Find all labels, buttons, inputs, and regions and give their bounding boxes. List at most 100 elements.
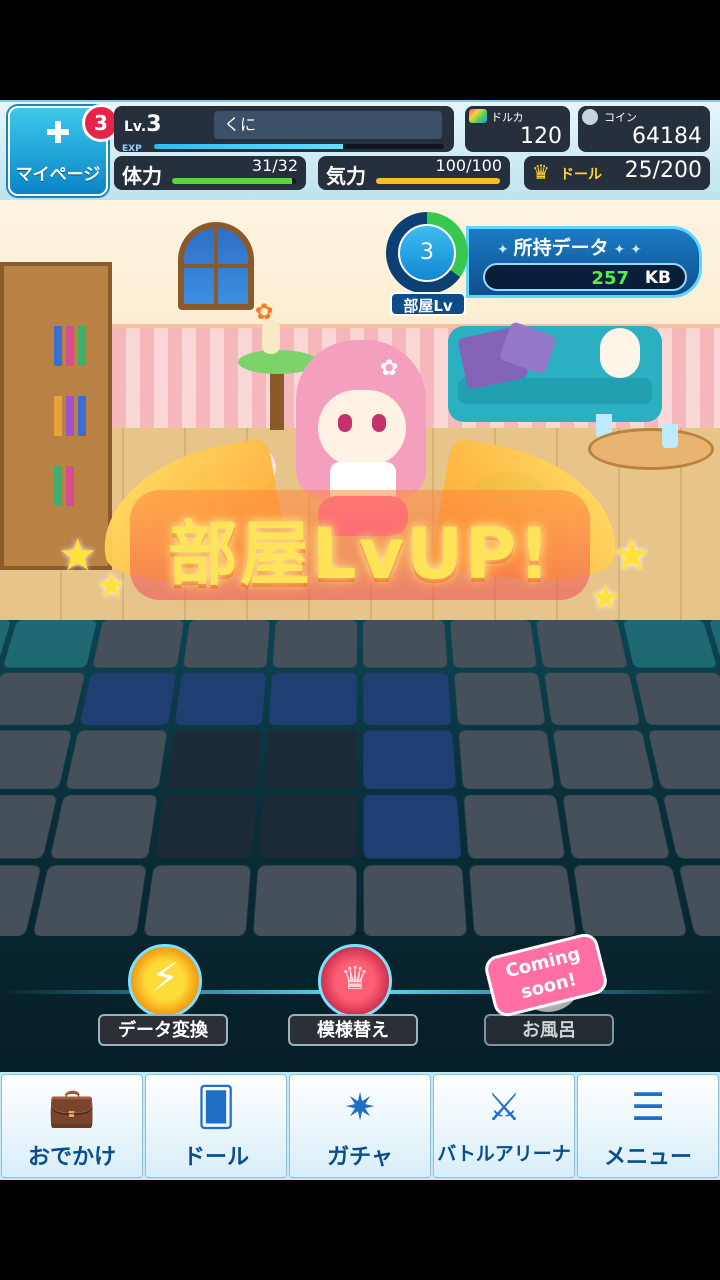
spirit-bar — [376, 178, 500, 184]
coin-value: 64184 — [632, 124, 702, 149]
coin-label: コイン — [604, 111, 637, 124]
gacha-icon: ✷ — [344, 1085, 376, 1129]
grid-tile[interactable] — [272, 620, 357, 668]
status-bar: ✚ マイページ 3 Lv.3 EXP くに ドルカ 120 コイン 64184 … — [0, 100, 720, 202]
grid-tile[interactable] — [453, 672, 546, 726]
mypage-label: マイページ — [15, 165, 101, 185]
bottom-navigation: 💼 おでかけ 🂠 ドール ✷ ガチャ ⚔ バトルアリーナ ☰ メニュー — [0, 1072, 720, 1180]
grid-tile[interactable] — [50, 794, 158, 859]
nav-doll-label: ドール — [182, 1145, 249, 1170]
glass-cup-image — [662, 424, 678, 448]
stamina-label: 体力 — [122, 164, 162, 188]
cat-plush-image — [600, 328, 640, 378]
lightning-icon: ⚡ — [128, 944, 202, 1018]
star-icon: ★ — [58, 530, 98, 581]
level-display: Lv.3 — [124, 112, 162, 137]
grid-tile[interactable] — [363, 794, 461, 859]
grid-tile[interactable] — [268, 672, 357, 726]
grid-tile[interactable] — [174, 672, 267, 726]
grid-tile[interactable] — [259, 794, 357, 859]
exp-bar — [154, 144, 444, 149]
level-prefix: Lv. — [124, 119, 147, 135]
owned-data-title: 所持データ — [497, 233, 642, 260]
nav-battle-arena-label: バトルアリーナ — [437, 1143, 571, 1165]
grid-tile[interactable] — [449, 620, 538, 668]
grid-tile[interactable] — [92, 620, 184, 668]
grid-tile[interactable] — [165, 730, 262, 789]
grid-tile[interactable] — [0, 672, 86, 726]
vase-image — [262, 320, 280, 354]
dolka-icon — [469, 109, 487, 123]
coffee-table-image — [588, 428, 714, 470]
grid-tile[interactable] — [0, 730, 73, 789]
grid-tile[interactable] — [264, 730, 357, 789]
nav-outing-label: おでかけ — [27, 1145, 116, 1170]
doll-count-panel: ♛ ドール 25/200 — [524, 156, 710, 190]
doll-face — [318, 390, 406, 466]
grid-tile[interactable] — [463, 794, 566, 859]
grid-tile[interactable] — [362, 620, 448, 668]
grid-tile[interactable] — [573, 865, 687, 937]
nav-battle-arena-button[interactable]: ⚔ バトルアリーナ — [433, 1074, 575, 1178]
grid-tile[interactable] — [33, 865, 147, 937]
grid-tile[interactable] — [536, 620, 628, 668]
grid-tile[interactable] — [562, 794, 670, 859]
grid-tile[interactable] — [182, 620, 271, 668]
grid-tile[interactable] — [622, 620, 718, 668]
exp-bar-fill — [154, 144, 343, 149]
pattern-change-button[interactable]: ♛ 模様替え — [288, 944, 418, 1054]
grid-tile[interactable] — [143, 865, 252, 937]
grid-tile[interactable] — [363, 865, 467, 937]
pattern-change-label: 模様替え — [288, 1014, 418, 1046]
nav-doll-button[interactable]: 🂠 ドール — [145, 1074, 287, 1178]
cards-icon: 🂠 — [196, 1085, 236, 1129]
grid-tile[interactable] — [79, 672, 176, 726]
grid-tile[interactable] — [2, 620, 98, 668]
grid-tile[interactable] — [553, 730, 655, 789]
window-image — [178, 222, 254, 310]
nav-menu-label: メニュー — [603, 1145, 692, 1170]
stamina-panel: 体力 31/32 — [114, 156, 306, 190]
grid-tile[interactable] — [65, 730, 167, 789]
grid-tile[interactable] — [458, 730, 555, 789]
owned-data-unit: KB — [644, 268, 671, 288]
stamina-bar-fill — [172, 178, 293, 184]
grid-tile[interactable] — [154, 794, 257, 859]
mypage-button[interactable]: ✚ マイページ 3 — [8, 104, 120, 196]
coin-icon — [582, 109, 598, 125]
owned-data-box: 257 KB — [483, 263, 687, 291]
grid-tile[interactable] — [544, 672, 641, 726]
armchair-icon: ♛ — [318, 944, 392, 1018]
grid-tile[interactable] — [363, 672, 452, 726]
data-convert-button[interactable]: ⚡ データ変換 — [98, 944, 228, 1054]
grid-tile[interactable] — [253, 865, 357, 937]
tile-grid[interactable] — [0, 620, 720, 937]
grid-tile[interactable] — [0, 794, 58, 859]
grid-tile[interactable] — [647, 730, 720, 789]
doll-label: ドール — [560, 167, 602, 183]
grid-tile[interactable] — [634, 672, 720, 726]
nav-gacha-button[interactable]: ✷ ガチャ — [289, 1074, 431, 1178]
dolka-label: ドルカ — [491, 111, 524, 124]
level-value: 3 — [146, 112, 162, 137]
level-panel: Lv.3 EXP くに — [114, 106, 454, 154]
doll-eye — [338, 414, 352, 432]
room-level-gauge: 3 — [386, 212, 468, 294]
star-icon: ★ — [590, 578, 621, 618]
grid-tile[interactable] — [363, 730, 456, 789]
nav-outing-button[interactable]: 💼 おでかけ — [1, 1074, 143, 1178]
coin-panel: コイン 64184 — [578, 106, 710, 152]
exp-label: EXP — [122, 144, 142, 154]
grid-tile[interactable] — [468, 865, 577, 937]
menu-icon: ☰ — [630, 1085, 666, 1129]
dolka-panel: ドルカ 120 — [465, 106, 570, 152]
nav-menu-button[interactable]: ☰ メニュー — [577, 1074, 719, 1178]
crown-wings-icon: ♛ — [532, 160, 550, 184]
star-icon: ★ — [612, 530, 652, 581]
dolka-value: 120 — [520, 124, 562, 149]
briefcase-icon: 💼 — [48, 1085, 96, 1129]
spirit-value: 100/100 — [435, 156, 502, 175]
owned-data-panel: 所持データ 257 KB — [466, 226, 702, 298]
owned-data-value: 257 — [591, 268, 629, 289]
grid-tile[interactable] — [662, 794, 720, 859]
